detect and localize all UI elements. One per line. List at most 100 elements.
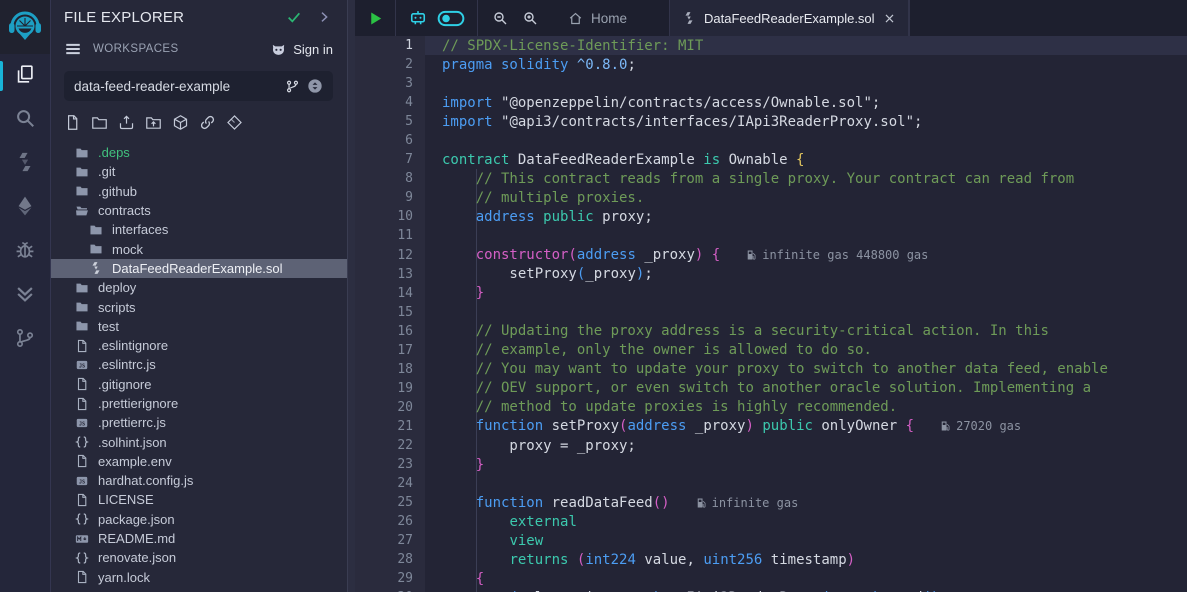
line-number: 21 [355, 419, 413, 434]
new-file-button[interactable] [64, 114, 81, 131]
code-line[interactable]: 9 // multiple proxies. [355, 188, 1187, 207]
code-line[interactable]: 17 // example, only the owner is allowed… [355, 341, 1187, 360]
tree-item-.eslintignore[interactable]: .eslintignore [51, 336, 347, 355]
code-line[interactable]: 29 { [355, 569, 1187, 588]
activity-item-deploy-run[interactable] [0, 186, 50, 230]
code-line[interactable]: 11 [355, 226, 1187, 245]
toolbar-separator [909, 0, 910, 36]
gas-pump-icon [696, 497, 707, 509]
file-icon [75, 339, 89, 353]
workspaces-menu-icon[interactable] [64, 40, 82, 58]
zoom-out-button[interactable] [488, 6, 512, 30]
code-line[interactable]: 21 function setProxy(address _proxy) pub… [355, 417, 1187, 436]
code-line[interactable]: 25 function readDataFeed()infinite gas [355, 493, 1187, 512]
activity-item-search[interactable] [0, 98, 50, 142]
code-line[interactable]: 2pragma solidity ^0.8.0; [355, 55, 1187, 74]
code-line[interactable]: 24 [355, 474, 1187, 493]
line-number: 9 [355, 190, 413, 205]
code-line[interactable]: 12 constructor(address _proxy) {infinite… [355, 246, 1187, 265]
line-number: 10 [355, 209, 413, 224]
tree-item-label: .prettierignore [98, 396, 178, 411]
code-line[interactable]: 20 // method to update proxies is highly… [355, 398, 1187, 417]
run-script-button[interactable] [355, 0, 395, 36]
tree-item-interfaces[interactable]: interfaces [51, 220, 347, 239]
code-line[interactable]: 27 view [355, 531, 1187, 550]
code-line[interactable]: 28 returns (int224 value, uint256 timest… [355, 550, 1187, 569]
panel-scrollbar[interactable] [347, 0, 355, 592]
import-cube-button[interactable] [172, 114, 189, 131]
sign-in-button[interactable]: Sign in [270, 41, 333, 58]
workspace-selector[interactable]: data-feed-reader-example [64, 71, 333, 101]
tree-item-.eslintrc.js[interactable]: JS.eslintrc.js [51, 355, 347, 374]
tree-item-.solhint.json[interactable]: .solhint.json [51, 432, 347, 451]
activity-item-git[interactable] [0, 318, 50, 362]
code-line[interactable]: 22 proxy = _proxy; [355, 436, 1187, 455]
import-link-button[interactable] [199, 114, 216, 131]
tree-item-label: .solhint.json [98, 435, 167, 450]
code-line[interactable]: 8 // This contract reads from a single p… [355, 169, 1187, 188]
tree-item-label: package.json [98, 512, 175, 527]
git-branch-icon[interactable] [285, 79, 300, 94]
code-line[interactable]: 10 address public proxy; [355, 207, 1187, 226]
code-line[interactable]: 16 // Updating the proxy address is a se… [355, 322, 1187, 341]
chevron-right-icon[interactable] [317, 10, 331, 24]
remix-logo[interactable] [0, 0, 50, 54]
tree-item-mock[interactable]: mock [51, 239, 347, 258]
ai-robot-icon[interactable] [408, 8, 428, 28]
line-number: 2 [355, 57, 413, 72]
tree-item-example.env[interactable]: example.env [51, 452, 347, 471]
tree-item-test[interactable]: test [51, 317, 347, 336]
tree-item-.prettierignore[interactable]: .prettierignore [51, 394, 347, 413]
tree-item-DataFeedReaderExample.sol[interactable]: DataFeedReaderExample.sol [51, 259, 347, 278]
upload-folder-button[interactable] [145, 114, 162, 131]
tree-item-.github[interactable]: .github [51, 182, 347, 201]
code-line[interactable]: 14 } [355, 284, 1187, 303]
tree-item-.gitignore[interactable]: .gitignore [51, 375, 347, 394]
code-line[interactable]: 19 // OEV support, or even switch to ano… [355, 379, 1187, 398]
import-ipfs-button[interactable] [226, 114, 243, 131]
tab-close-icon[interactable] [883, 12, 896, 25]
tree-item-scripts[interactable]: scripts [51, 297, 347, 316]
tree-item-package.json[interactable]: package.json [51, 510, 347, 529]
check-icon[interactable] [286, 9, 302, 25]
ai-copilot-toggle[interactable] [437, 10, 465, 27]
tree-item-renovate.json[interactable]: renovate.json [51, 548, 347, 567]
activity-item-debugger[interactable] [0, 230, 50, 274]
code-editor[interactable]: 1// SPDX-License-Identifier: MIT2pragma … [355, 36, 1187, 592]
tree-item-yarn.lock[interactable]: yarn.lock [51, 568, 347, 587]
activity-item-file-explorer[interactable] [0, 54, 50, 98]
tab-home[interactable]: Home [552, 0, 643, 36]
new-folder-button[interactable] [91, 114, 108, 131]
code-line[interactable]: 5import "@api3/contracts/interfaces/IApi… [355, 112, 1187, 131]
workspace-dropdown-icon[interactable] [307, 78, 323, 94]
code-line[interactable]: 30 (value, timestamp) = IApi3ReaderProxy… [355, 588, 1187, 592]
code-text: import "@api3/contracts/interfaces/IApi3… [442, 114, 922, 130]
upload-file-button[interactable] [118, 114, 135, 131]
code-line[interactable]: 23 } [355, 455, 1187, 474]
line-number: 22 [355, 438, 413, 453]
tree-item-.prettierrc.js[interactable]: JS.prettierrc.js [51, 413, 347, 432]
debugger-icon [14, 239, 36, 266]
code-line[interactable]: 4import "@openzeppelin/contracts/access/… [355, 93, 1187, 112]
code-line[interactable]: 26 external [355, 512, 1187, 531]
tree-item-.deps[interactable]: .deps [51, 143, 347, 162]
code-line[interactable]: 15 [355, 303, 1187, 322]
tab-active-file[interactable]: DataFeedReaderExample.sol [669, 0, 909, 36]
tree-item-README.md[interactable]: README.md [51, 529, 347, 548]
code-line[interactable]: 18 // You may want to update your proxy … [355, 360, 1187, 379]
line-number: 11 [355, 228, 413, 243]
zoom-in-button[interactable] [518, 6, 542, 30]
code-line[interactable]: 3 [355, 74, 1187, 93]
code-line[interactable]: 6 [355, 131, 1187, 150]
code-line[interactable]: 7contract DataFeedReaderExample is Ownab… [355, 150, 1187, 169]
tree-item-contracts[interactable]: contracts [51, 201, 347, 220]
tree-item-.git[interactable]: .git [51, 162, 347, 181]
activity-item-solidity-unit-testing[interactable] [0, 274, 50, 318]
code-line[interactable]: 1// SPDX-License-Identifier: MIT [355, 36, 1187, 55]
code-line[interactable]: 13 setProxy(_proxy); [355, 265, 1187, 284]
file-explorer-panel: FILE EXPLORER WORKSPACES Sign in [51, 0, 347, 592]
activity-item-solidity-compiler[interactable] [0, 142, 50, 186]
tree-item-deploy[interactable]: deploy [51, 278, 347, 297]
tree-item-hardhat.config.js[interactable]: JShardhat.config.js [51, 471, 347, 490]
tree-item-LICENSE[interactable]: LICENSE [51, 490, 347, 509]
